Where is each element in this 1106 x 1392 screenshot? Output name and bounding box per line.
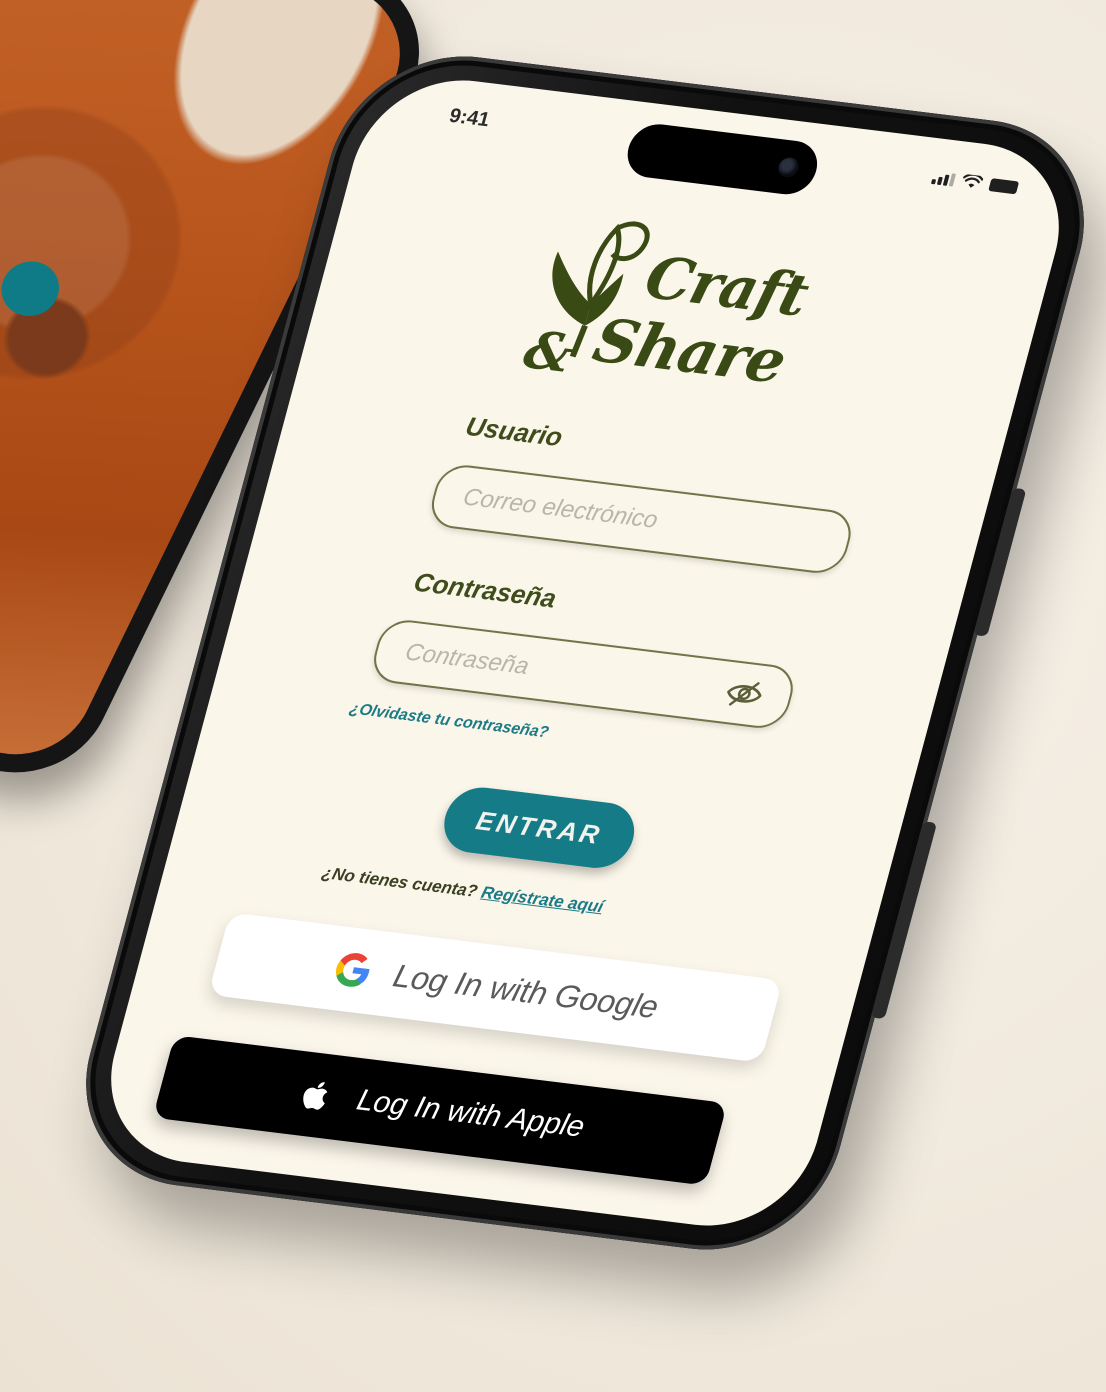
status-icons — [930, 170, 1020, 195]
dynamic-island — [621, 121, 824, 198]
email-field-container — [425, 462, 857, 576]
battery-icon — [988, 178, 1020, 195]
apple-login-label: Log In with Apple — [353, 1083, 589, 1144]
no-account-text: ¿No tienes cuenta? — [319, 863, 480, 901]
marketing-mockup: 9:41 & Craft Share Usuario Correo electr… — [0, 0, 1106, 1392]
email-input[interactable] — [457, 482, 825, 556]
password-input[interactable] — [399, 637, 730, 707]
teal-button-fragment — [0, 253, 69, 325]
user-label: Usuario — [462, 410, 566, 453]
apple-icon — [303, 1082, 328, 1110]
eye-slash-icon[interactable] — [722, 677, 767, 711]
google-login-label: Log In with Google — [389, 956, 663, 1025]
apple-login-button[interactable]: Log In with Apple — [152, 1035, 728, 1186]
password-label: Contraseña — [410, 566, 560, 614]
register-link[interactable]: Regístrate aquí — [479, 883, 605, 917]
status-time: 9:41 — [446, 104, 493, 132]
login-button[interactable]: ENTRAR — [436, 783, 642, 872]
signup-prompt: ¿No tienes cuenta? Regístrate aquí — [320, 863, 606, 917]
brand-logo: & Craft Share — [512, 203, 853, 406]
google-login-button[interactable]: Log In with Google — [207, 912, 783, 1063]
wifi-icon — [962, 173, 984, 188]
front-camera — [776, 156, 802, 179]
svg-text:&: & — [518, 320, 580, 384]
google-icon — [335, 953, 370, 987]
forgot-password-link[interactable]: ¿Olvidaste tu contraseña? — [347, 700, 551, 742]
signal-icon — [930, 171, 957, 187]
